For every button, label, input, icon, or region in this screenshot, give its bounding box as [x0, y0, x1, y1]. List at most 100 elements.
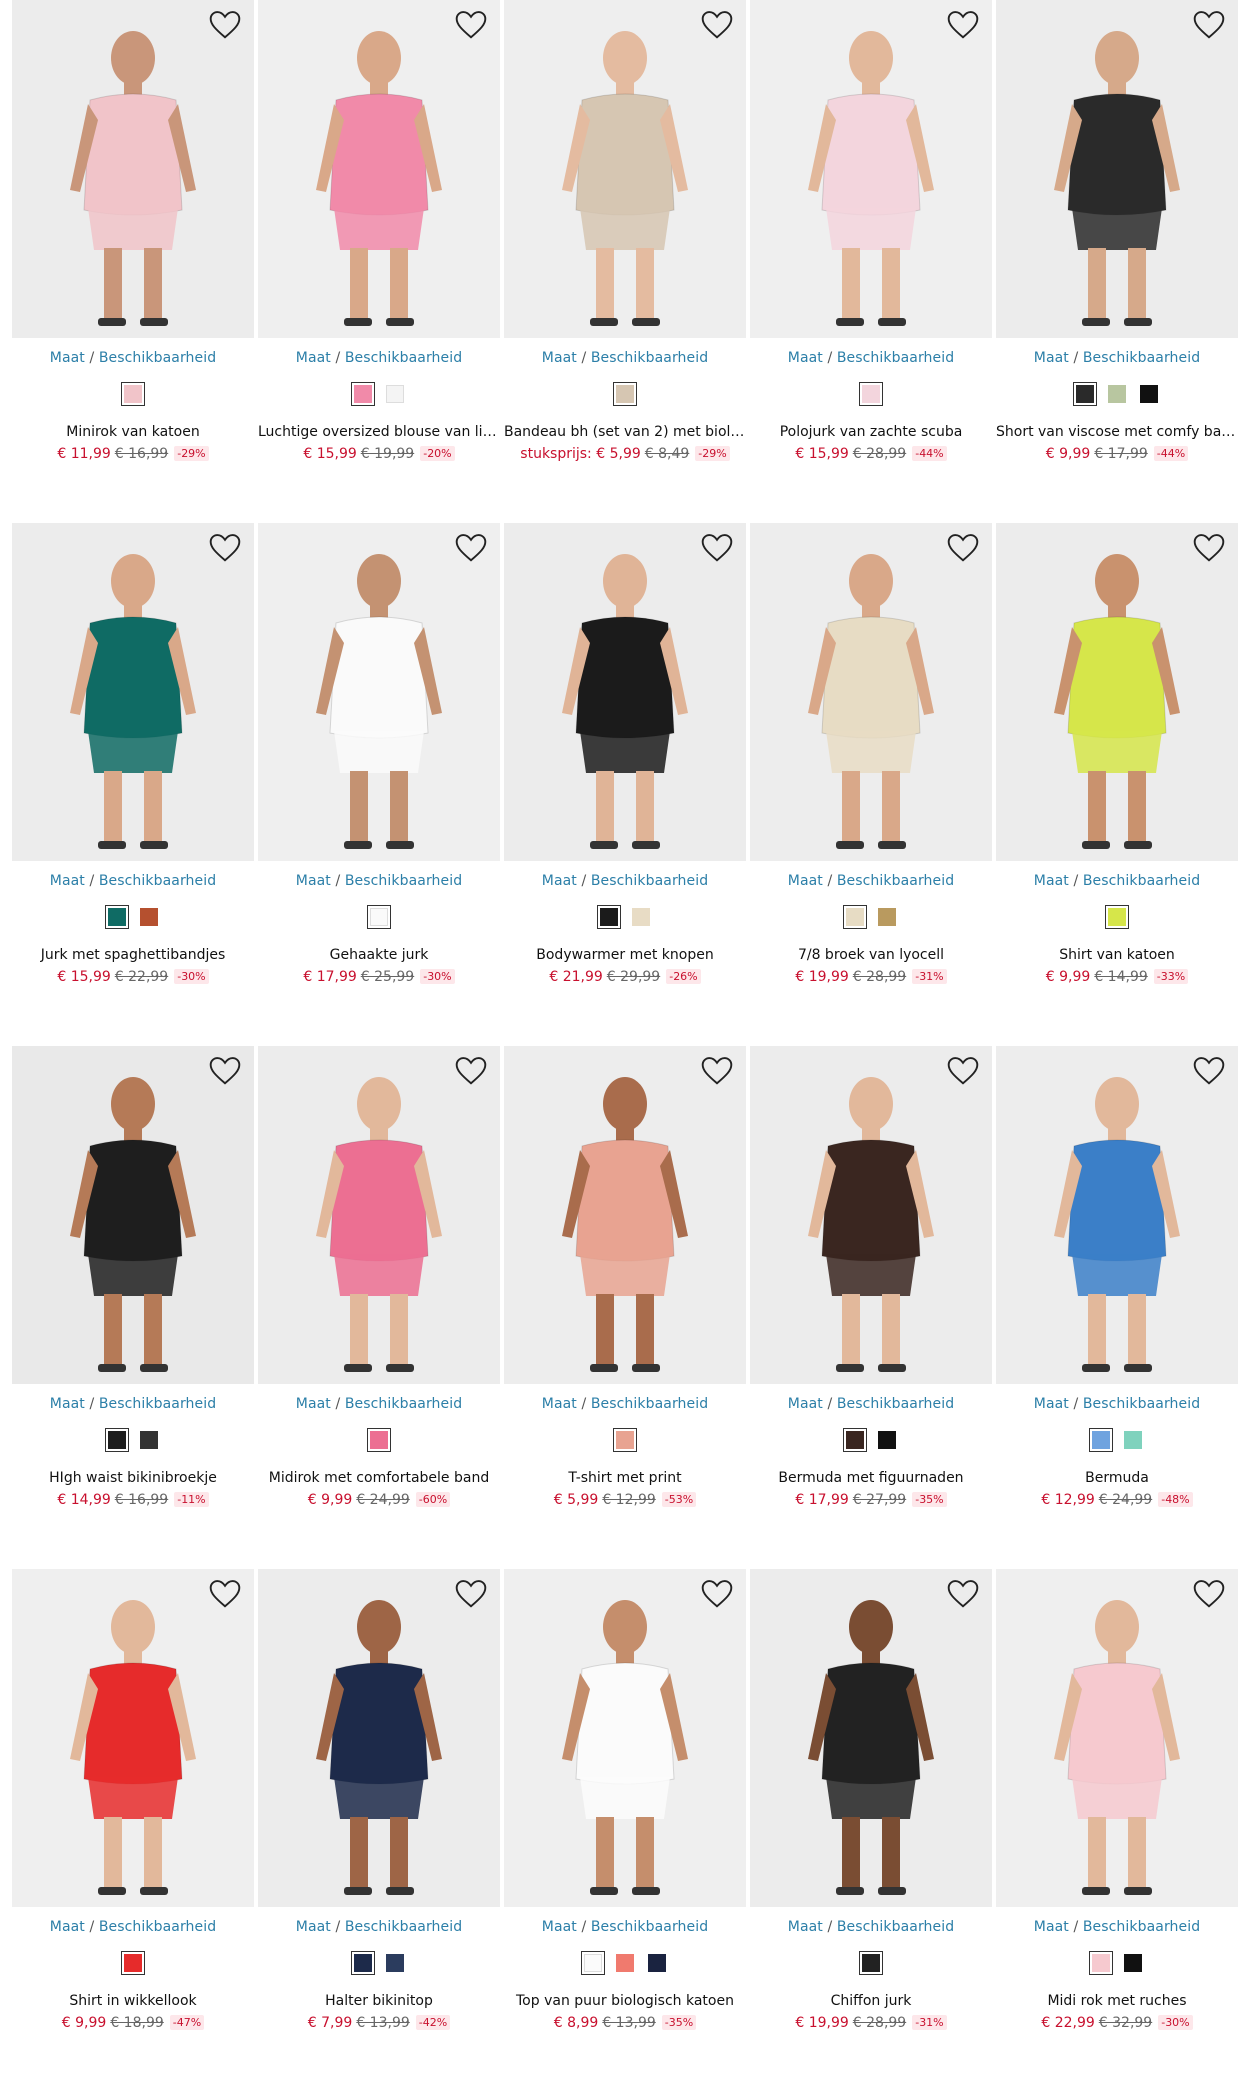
wishlist-heart-icon[interactable] — [946, 1579, 980, 1609]
wishlist-heart-icon[interactable] — [454, 1579, 488, 1609]
wishlist-heart-icon[interactable] — [1192, 1056, 1226, 1086]
color-swatch[interactable] — [1105, 382, 1129, 406]
product-card[interactable]: Maat / Beschikbaarheid Bermuda € 12,99 € 24… — [996, 1046, 1238, 1546]
color-swatch[interactable] — [875, 1428, 899, 1452]
size-availability-link[interactable]: Maat / Beschikbaarheid — [750, 1396, 992, 1412]
color-swatch[interactable] — [121, 382, 145, 406]
product-name[interactable]: 7/8 broek van lyocell — [750, 947, 992, 963]
product-card[interactable]: Maat / Beschikbaarheid Bermuda met figuur… — [750, 1046, 992, 1546]
product-name[interactable]: Chiffon jurk — [750, 1993, 992, 2009]
wishlist-heart-icon[interactable] — [208, 533, 242, 563]
product-card[interactable]: Maat / Beschikbaarheid Shirt in wikkelloo… — [12, 1569, 254, 2069]
size-availability-link[interactable]: Maat / Beschikbaarheid — [258, 350, 500, 366]
wishlist-heart-icon[interactable] — [454, 1056, 488, 1086]
size-availability-link[interactable]: Maat / Beschikbaarheid — [258, 1919, 500, 1935]
product-card[interactable]: Maat / Beschikbaarheid Luchtige oversized… — [258, 0, 500, 500]
size-availability-link[interactable]: Maat / Beschikbaarheid — [258, 1396, 500, 1412]
color-swatch[interactable] — [367, 1428, 391, 1452]
product-name[interactable]: Shirt in wikkellook — [12, 1993, 254, 2009]
size-availability-link[interactable]: Maat / Beschikbaarheid — [750, 350, 992, 366]
product-name[interactable]: Top van puur biologisch katoen — [504, 1993, 746, 2009]
color-swatch[interactable] — [1121, 1951, 1145, 1975]
product-card[interactable]: Maat / Beschikbaarheid Short van viscose … — [996, 0, 1238, 500]
wishlist-heart-icon[interactable] — [454, 10, 488, 40]
product-card[interactable]: Maat / Beschikbaarheid Polojurk van zacht… — [750, 0, 992, 500]
product-image[interactable] — [750, 1569, 992, 1907]
product-image[interactable] — [12, 0, 254, 338]
color-swatch[interactable] — [613, 1951, 637, 1975]
product-image[interactable] — [258, 1046, 500, 1384]
color-swatch[interactable] — [137, 1428, 161, 1452]
size-availability-link[interactable]: Maat / Beschikbaarheid — [504, 873, 746, 889]
color-swatch[interactable] — [645, 1951, 669, 1975]
size-availability-link[interactable]: Maat / Beschikbaarheid — [258, 873, 500, 889]
color-swatch[interactable] — [1073, 382, 1097, 406]
product-card[interactable]: Maat / Beschikbaarheid Minirok van katoen… — [12, 0, 254, 500]
size-availability-link[interactable]: Maat / Beschikbaarheid — [504, 1919, 746, 1935]
color-swatch[interactable] — [383, 382, 407, 406]
wishlist-heart-icon[interactable] — [946, 10, 980, 40]
wishlist-heart-icon[interactable] — [700, 1579, 734, 1609]
product-name[interactable]: Luchtige oversized blouse van linne... — [258, 424, 500, 440]
color-swatch[interactable] — [581, 1951, 605, 1975]
color-swatch[interactable] — [105, 1428, 129, 1452]
size-availability-link[interactable]: Maat / Beschikbaarheid — [750, 1919, 992, 1935]
product-card[interactable]: Maat / Beschikbaarheid Midi rok met ruche… — [996, 1569, 1238, 2069]
product-image[interactable] — [996, 1046, 1238, 1384]
product-card[interactable]: Maat / Beschikbaarheid Jurk met spaghetti… — [12, 523, 254, 1023]
product-name[interactable]: Bodywarmer met knopen — [504, 947, 746, 963]
color-swatch[interactable] — [121, 1951, 145, 1975]
product-image[interactable] — [258, 0, 500, 338]
wishlist-heart-icon[interactable] — [700, 1056, 734, 1086]
color-swatch[interactable] — [1105, 905, 1129, 929]
wishlist-heart-icon[interactable] — [1192, 1579, 1226, 1609]
color-swatch[interactable] — [1137, 382, 1161, 406]
color-swatch[interactable] — [613, 1428, 637, 1452]
product-name[interactable]: Midi rok met ruches — [996, 1993, 1238, 2009]
color-swatch[interactable] — [1089, 1428, 1113, 1452]
product-image[interactable] — [258, 1569, 500, 1907]
product-image[interactable] — [996, 1569, 1238, 1907]
product-name[interactable]: T-shirt met print — [504, 1470, 746, 1486]
wishlist-heart-icon[interactable] — [1192, 10, 1226, 40]
product-name[interactable]: Minirok van katoen — [12, 424, 254, 440]
wishlist-heart-icon[interactable] — [946, 1056, 980, 1086]
size-availability-link[interactable]: Maat / Beschikbaarheid — [12, 350, 254, 366]
color-swatch[interactable] — [1089, 1951, 1113, 1975]
color-swatch[interactable] — [367, 905, 391, 929]
product-image[interactable] — [12, 1569, 254, 1907]
color-swatch[interactable] — [613, 382, 637, 406]
product-image[interactable] — [996, 523, 1238, 861]
product-image[interactable] — [504, 1046, 746, 1384]
product-name[interactable]: Shirt van katoen — [996, 947, 1238, 963]
size-availability-link[interactable]: Maat / Beschikbaarheid — [504, 350, 746, 366]
product-card[interactable]: Maat / Beschikbaarheid Halter bikinitop € … — [258, 1569, 500, 2069]
size-availability-link[interactable]: Maat / Beschikbaarheid — [12, 873, 254, 889]
color-swatch[interactable] — [629, 905, 653, 929]
product-card[interactable]: Maat / Beschikbaarheid 7/8 broek van lyoc… — [750, 523, 992, 1023]
color-swatch[interactable] — [105, 905, 129, 929]
product-name[interactable]: Bandeau bh (set van 2) met biologis... — [504, 424, 746, 440]
size-availability-link[interactable]: Maat / Beschikbaarheid — [996, 1396, 1238, 1412]
size-availability-link[interactable]: Maat / Beschikbaarheid — [12, 1919, 254, 1935]
color-swatch[interactable] — [843, 905, 867, 929]
color-swatch[interactable] — [859, 382, 883, 406]
product-name[interactable]: Bermuda — [996, 1470, 1238, 1486]
product-name[interactable]: Polojurk van zachte scuba — [750, 424, 992, 440]
wishlist-heart-icon[interactable] — [700, 533, 734, 563]
size-availability-link[interactable]: Maat / Beschikbaarheid — [996, 1919, 1238, 1935]
product-image[interactable] — [996, 0, 1238, 338]
color-swatch[interactable] — [597, 905, 621, 929]
product-name[interactable]: Short van viscose met comfy band — [996, 424, 1238, 440]
product-card[interactable]: Maat / Beschikbaarheid Bandeau bh (set va… — [504, 0, 746, 500]
product-name[interactable]: Bermuda met figuurnaden — [750, 1470, 992, 1486]
product-card[interactable]: Maat / Beschikbaarheid Gehaakte jurk € 17,… — [258, 523, 500, 1023]
product-image[interactable] — [750, 523, 992, 861]
product-name[interactable]: Jurk met spaghettibandjes — [12, 947, 254, 963]
product-name[interactable]: HIgh waist bikinibroekje — [12, 1470, 254, 1486]
color-swatch[interactable] — [875, 905, 899, 929]
product-image[interactable] — [504, 0, 746, 338]
wishlist-heart-icon[interactable] — [208, 10, 242, 40]
product-card[interactable]: Maat / Beschikbaarheid HIgh waist bikinib… — [12, 1046, 254, 1546]
size-availability-link[interactable]: Maat / Beschikbaarheid — [750, 873, 992, 889]
